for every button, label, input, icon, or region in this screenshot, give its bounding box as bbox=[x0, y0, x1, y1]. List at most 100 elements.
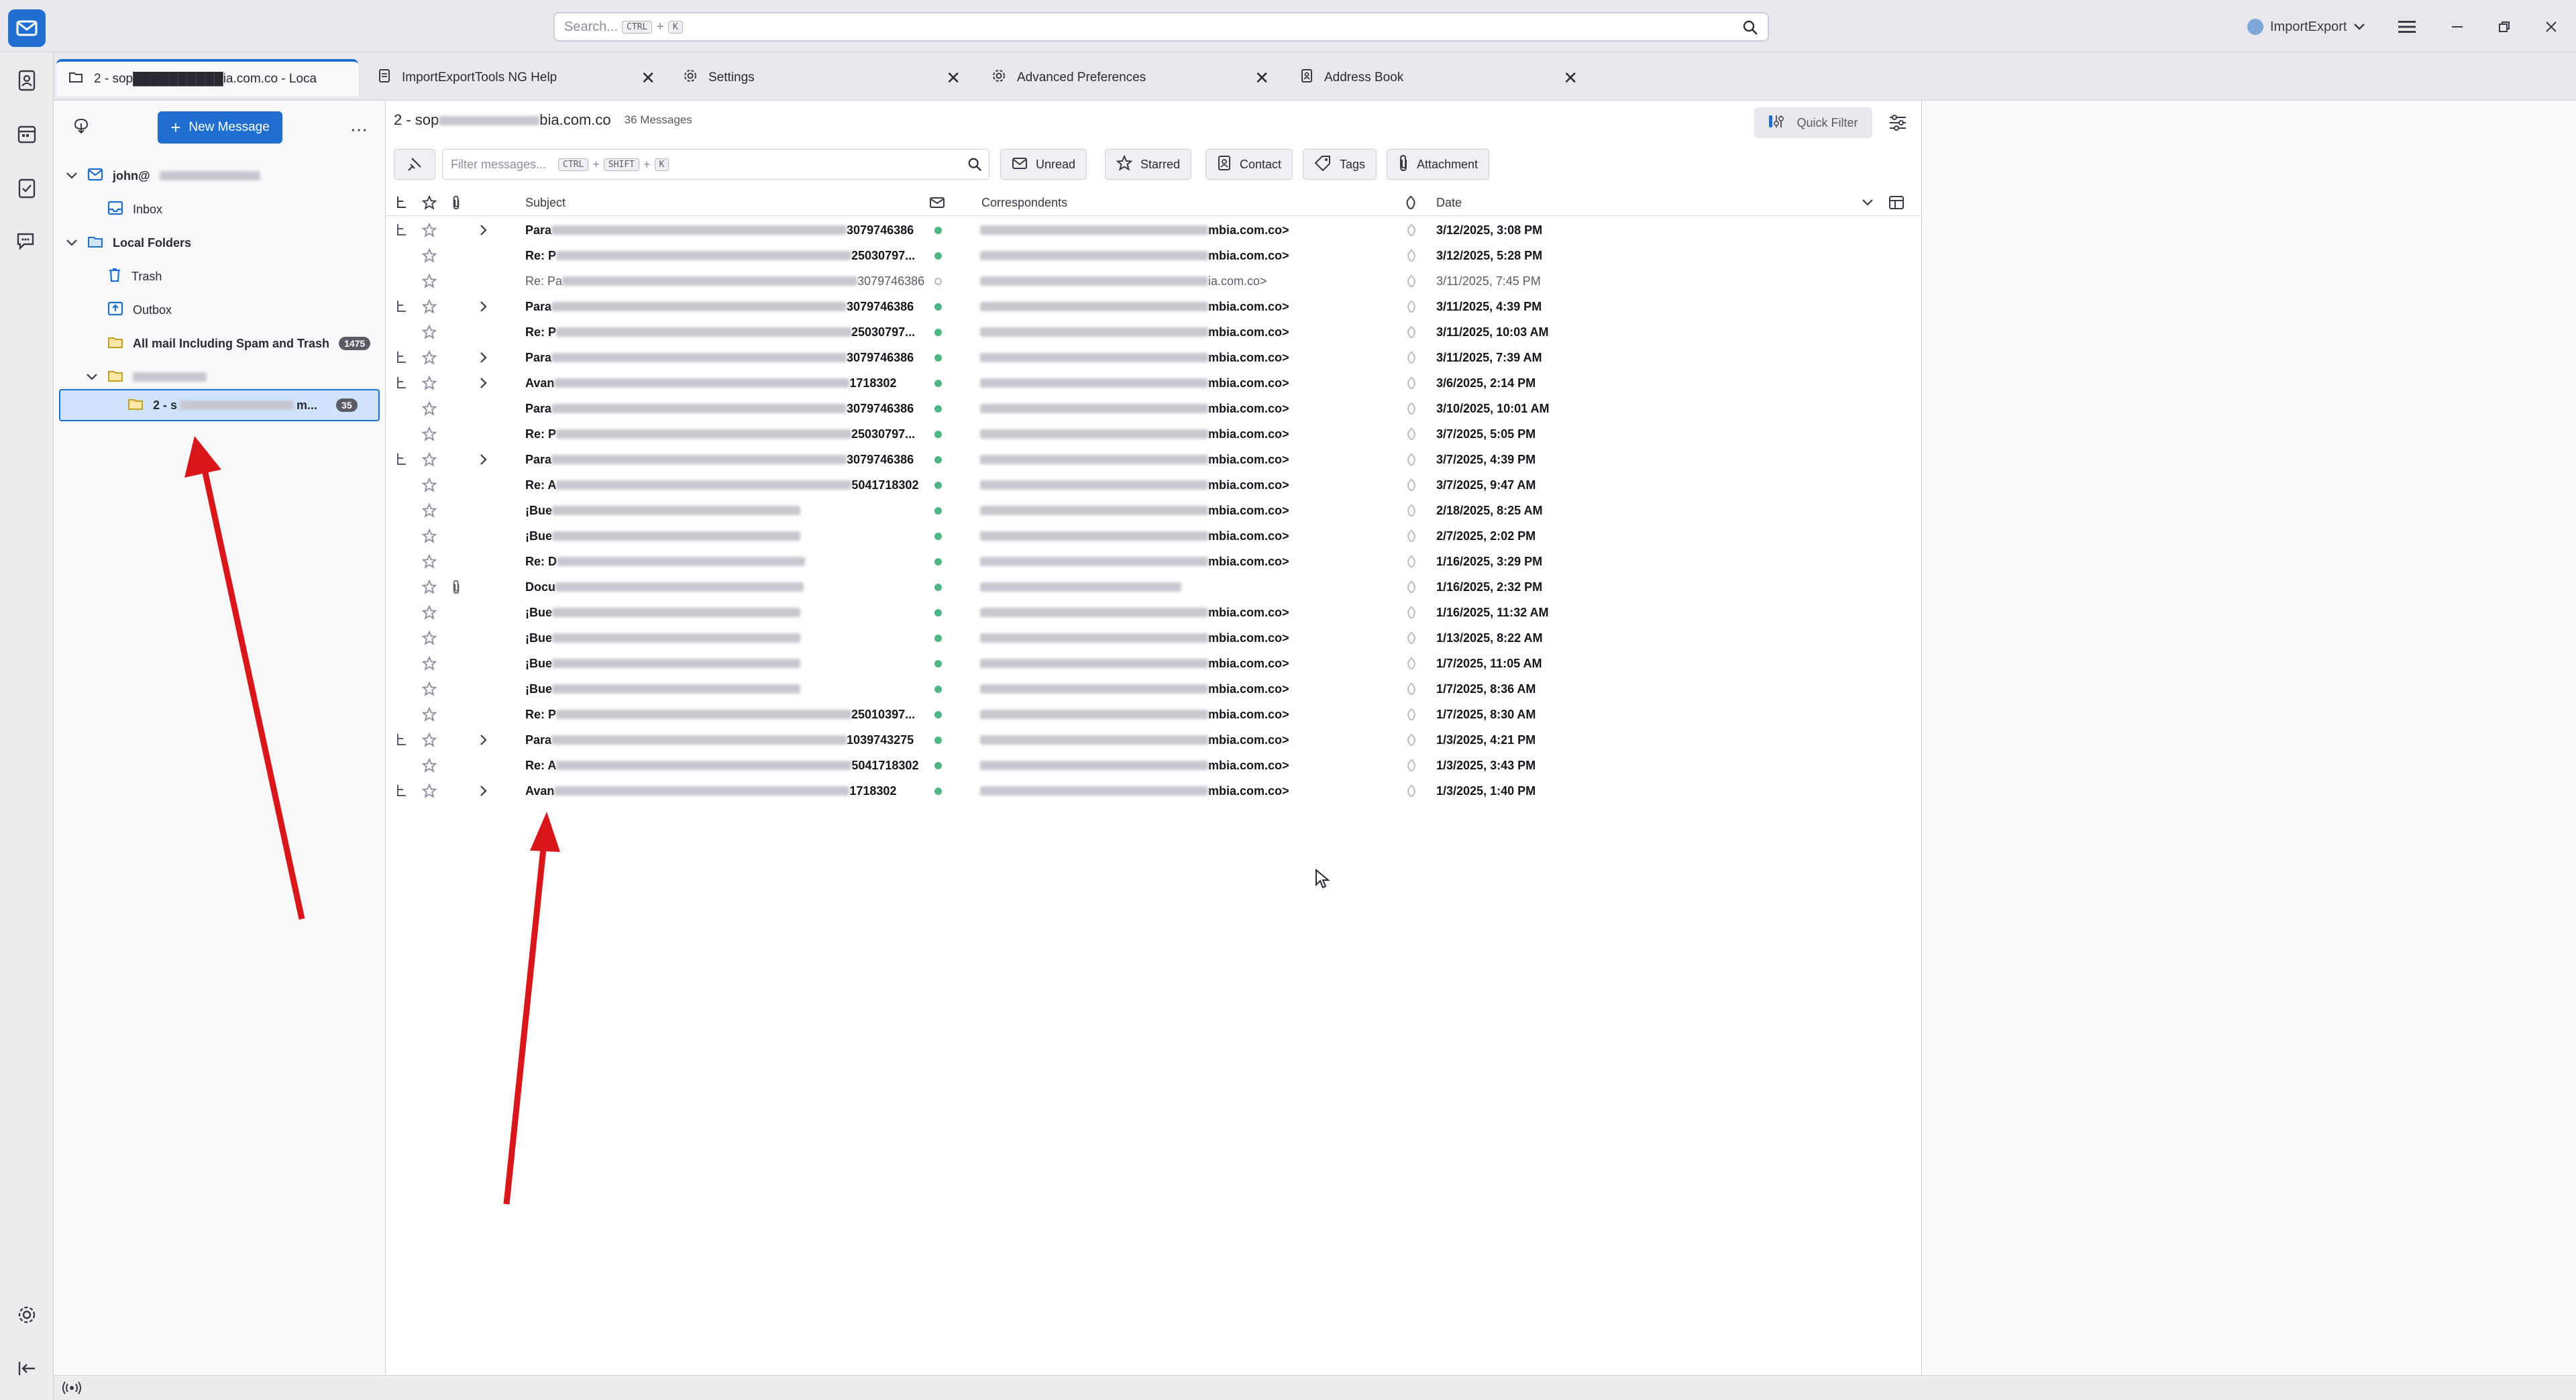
folder-redacted-parent[interactable] bbox=[86, 364, 207, 390]
table-row[interactable]: Re: P 25030797... mbia.com.co> 3/12/2025, 5… bbox=[386, 243, 1922, 268]
message-subject[interactable]: ¡Bue bbox=[525, 676, 800, 702]
table-row[interactable]: Re: P 25030797... mbia.com.co> 3/11/2025, 1… bbox=[386, 319, 1922, 345]
star-icon[interactable] bbox=[422, 294, 437, 319]
message-subject[interactable]: Re: Pa 3079746386 bbox=[525, 268, 924, 294]
close-tab-icon[interactable]: ✕ bbox=[641, 68, 655, 89]
table-row[interactable]: Para 3079746386 mbia.com.co> 3/7/2025, 4:39… bbox=[386, 447, 1922, 472]
thread-column-icon[interactable] bbox=[395, 189, 409, 216]
star-icon[interactable] bbox=[422, 651, 437, 676]
read-status-dot[interactable] bbox=[934, 217, 942, 243]
column-picker-icon[interactable] bbox=[1888, 189, 1904, 216]
read-status-dot[interactable] bbox=[934, 472, 942, 498]
attachment-column-icon[interactable] bbox=[451, 189, 461, 216]
search-icon[interactable] bbox=[1742, 19, 1758, 40]
star-icon[interactable] bbox=[422, 472, 437, 498]
subject-column-header[interactable]: Subject bbox=[525, 189, 566, 216]
table-row[interactable]: Para 1039743275 mbia.com.co> 1/3/2025, 4:21… bbox=[386, 727, 1922, 753]
read-status-dot[interactable] bbox=[934, 243, 942, 268]
read-status-dot[interactable] bbox=[934, 778, 942, 804]
star-icon[interactable] bbox=[422, 498, 437, 523]
table-row[interactable]: Para 3079746386 mbia.com.co> 3/11/2025, 7:3… bbox=[386, 345, 1922, 370]
online-status-icon[interactable] bbox=[62, 1380, 82, 1399]
message-subject[interactable]: Para 3079746386 bbox=[525, 217, 914, 243]
read-status-dot[interactable] bbox=[934, 345, 942, 370]
junk-status-icon[interactable] bbox=[1405, 421, 1417, 447]
get-messages-icon[interactable] bbox=[72, 117, 90, 138]
star-icon[interactable] bbox=[422, 447, 437, 472]
star-icon[interactable] bbox=[422, 421, 437, 447]
thunderbird-logo-icon[interactable] bbox=[8, 9, 46, 47]
junk-status-icon[interactable] bbox=[1405, 651, 1417, 676]
filter-attachment-button[interactable]: Attachment bbox=[1387, 149, 1490, 180]
junk-status-icon[interactable] bbox=[1405, 625, 1417, 651]
close-window-icon[interactable] bbox=[2539, 15, 2563, 39]
read-status-dot[interactable] bbox=[934, 523, 942, 549]
table-row[interactable]: ¡Bue mbia.com.co> 2/18/2025, 8:25 AM bbox=[386, 498, 1922, 523]
table-row[interactable]: Re: D mbia.com.co> 1/16/2025, 3:29 PM bbox=[386, 549, 1922, 574]
read-status-dot[interactable] bbox=[934, 549, 942, 574]
table-row[interactable]: Re: Pa 3079746386 ia.com.co> 3/11/2025, 7:4… bbox=[386, 268, 1922, 294]
thread-icon[interactable] bbox=[395, 778, 409, 804]
tasks-space-icon[interactable] bbox=[13, 174, 40, 201]
table-row[interactable]: Para 3079746386 mbia.com.co> 3/12/2025, 3:0… bbox=[386, 217, 1922, 243]
message-subject[interactable]: Re: D bbox=[525, 549, 806, 574]
table-row[interactable]: Re: P 25010397... mbia.com.co> 1/7/2025, 8:… bbox=[386, 702, 1922, 727]
message-subject[interactable]: Para 3079746386 bbox=[525, 345, 914, 370]
message-subject[interactable]: Re: A 5041718302 bbox=[525, 753, 918, 778]
junk-status-icon[interactable] bbox=[1405, 472, 1417, 498]
star-icon[interactable] bbox=[422, 702, 437, 727]
star-icon[interactable] bbox=[422, 217, 437, 243]
junk-status-icon[interactable] bbox=[1405, 217, 1417, 243]
junk-status-column-icon[interactable] bbox=[1404, 189, 1417, 216]
table-row[interactable]: Docu 1/16/2025, 2:32 PM bbox=[386, 574, 1922, 600]
message-subject[interactable]: Re: P 25030797... bbox=[525, 243, 915, 268]
settings-gear-icon[interactable] bbox=[13, 1301, 40, 1328]
read-status-dot[interactable] bbox=[934, 421, 942, 447]
read-status-dot[interactable] bbox=[934, 319, 942, 345]
table-row[interactable]: ¡Bue mbia.com.co> 1/7/2025, 11:05 AM bbox=[386, 651, 1922, 676]
chevron-down-icon[interactable] bbox=[66, 169, 78, 183]
table-row[interactable]: Re: A 5041718302 mbia.com.co> 3/7/2025, 9:4… bbox=[386, 472, 1922, 498]
filter-unread-button[interactable]: Unread bbox=[1000, 149, 1087, 180]
junk-status-icon[interactable] bbox=[1405, 243, 1417, 268]
chevron-right-icon[interactable] bbox=[480, 447, 488, 472]
read-status-dot[interactable] bbox=[934, 753, 942, 778]
read-status-dot[interactable] bbox=[934, 727, 942, 753]
table-row[interactable]: ¡Bue mbia.com.co> 1/7/2025, 8:36 AM bbox=[386, 676, 1922, 702]
account-menu-button[interactable]: ImportExport bbox=[2247, 15, 2365, 39]
junk-status-icon[interactable] bbox=[1405, 396, 1417, 421]
quick-filter-button[interactable]: Quick Filter bbox=[1754, 107, 1872, 138]
star-icon[interactable] bbox=[422, 319, 437, 345]
message-subject[interactable]: Para 3079746386 bbox=[525, 396, 914, 421]
chevron-right-icon[interactable] bbox=[480, 217, 488, 243]
star-icon[interactable] bbox=[422, 600, 437, 625]
junk-status-icon[interactable] bbox=[1405, 702, 1417, 727]
message-subject[interactable]: Re: P 25030797... bbox=[525, 319, 915, 345]
junk-status-icon[interactable] bbox=[1405, 676, 1417, 702]
thread-icon[interactable] bbox=[395, 727, 409, 753]
junk-status-icon[interactable] bbox=[1405, 268, 1417, 294]
close-tab-icon[interactable]: ✕ bbox=[946, 68, 961, 89]
star-icon[interactable] bbox=[422, 753, 437, 778]
read-status-dot[interactable] bbox=[934, 370, 942, 396]
tab-address-book[interactable]: Address Book ✕ bbox=[1288, 59, 1590, 97]
table-row[interactable]: Re: P 25030797... mbia.com.co> 3/7/2025, 5:… bbox=[386, 421, 1922, 447]
message-subject[interactable]: Para 1039743275 bbox=[525, 727, 914, 753]
message-subject[interactable]: ¡Bue bbox=[525, 600, 800, 625]
global-search-input[interactable]: Search... CTRL + K bbox=[553, 12, 1769, 42]
message-subject[interactable]: Re: P 25030797... bbox=[525, 421, 915, 447]
message-subject[interactable]: ¡Bue bbox=[525, 523, 800, 549]
message-subject[interactable]: ¡Bue bbox=[525, 651, 800, 676]
close-tab-icon[interactable]: ✕ bbox=[1254, 68, 1269, 89]
message-subject[interactable]: ¡Bue bbox=[525, 498, 800, 523]
search-icon[interactable] bbox=[967, 157, 982, 175]
chevron-right-icon[interactable] bbox=[480, 294, 488, 319]
folder-trash[interactable]: Trash bbox=[107, 263, 162, 290]
table-row[interactable]: Avan 1718302 mbia.com.co> 3/6/2025, 2:14 PM bbox=[386, 370, 1922, 396]
sticky-filter-pin-icon[interactable] bbox=[394, 149, 435, 180]
star-icon[interactable] bbox=[422, 574, 437, 600]
tab-mail-folder[interactable]: 2 - sop██████████ia.com.co - Loca bbox=[56, 59, 358, 97]
message-list-options-icon[interactable] bbox=[1888, 114, 1907, 135]
star-icon[interactable] bbox=[422, 727, 437, 753]
read-status-dot[interactable] bbox=[934, 676, 942, 702]
